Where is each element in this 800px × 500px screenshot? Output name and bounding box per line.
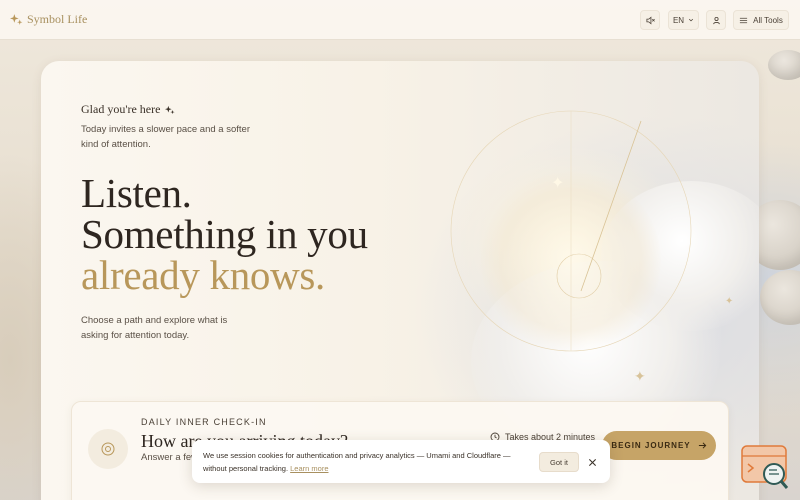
sound-toggle-button[interactable]	[640, 10, 660, 30]
sparkle-icon	[10, 14, 23, 25]
close-icon	[588, 458, 596, 466]
close-cookie-button[interactable]	[585, 455, 599, 469]
learn-more-link[interactable]: Learn more	[290, 464, 328, 473]
menu-icon	[740, 17, 748, 23]
intro-text: Today invites a slower pace and a softer…	[81, 124, 250, 150]
top-navigation-bar: Symbol Life EN All Tools	[0, 0, 800, 40]
rune-stone	[768, 50, 800, 80]
checkin-label: DAILY INNER CHECK-IN	[141, 417, 267, 427]
target-circle-icon	[101, 442, 115, 456]
sparkle-icon	[165, 105, 176, 114]
got-it-button[interactable]: Got it	[539, 452, 579, 472]
speaker-muted-icon	[645, 16, 655, 24]
hero-headline: Listen. Something in you already knows.	[81, 173, 368, 296]
begin-journey-label: BEGIN JOURNEY	[611, 441, 691, 450]
greeting-text: Glad you're here	[81, 102, 161, 116]
star-sparkle-icon: ✦	[725, 296, 734, 307]
checkin-icon-badge	[88, 429, 128, 469]
brand-logo[interactable]: Symbol Life	[10, 12, 87, 27]
language-selector[interactable]: EN	[668, 10, 699, 30]
star-sparkle-icon: ✦	[634, 368, 646, 384]
begin-journey-button[interactable]: BEGIN JOURNEY	[602, 431, 716, 460]
rune-stone	[760, 270, 800, 325]
star-sparkle-icon: ✦	[551, 175, 565, 192]
all-tools-button[interactable]: All Tools	[733, 10, 789, 30]
headline-accent-line: already knows.	[81, 252, 326, 298]
choose-path-text: Choose a path and explore what is asking…	[81, 315, 228, 341]
headline-line: Something in you	[81, 211, 368, 257]
cookie-banner: We use session cookies for authenticatio…	[192, 440, 610, 483]
user-icon	[712, 16, 720, 24]
brand-name: Symbol Life	[27, 12, 88, 26]
greeting: Glad you're here	[81, 102, 176, 117]
all-tools-label: All Tools	[753, 15, 783, 25]
headline-line: Listen.	[81, 170, 192, 216]
help-chat-widget-icon[interactable]	[741, 444, 791, 490]
cookie-text: We use session cookies for authenticatio…	[203, 451, 511, 473]
arrow-right-icon	[698, 442, 706, 449]
cookie-notice: We use session cookies for authenticatio…	[203, 449, 533, 475]
chevron-down-icon	[689, 18, 694, 22]
astrolabe-decoration	[450, 110, 692, 352]
account-button[interactable]	[706, 10, 726, 30]
language-label: EN	[672, 15, 685, 25]
